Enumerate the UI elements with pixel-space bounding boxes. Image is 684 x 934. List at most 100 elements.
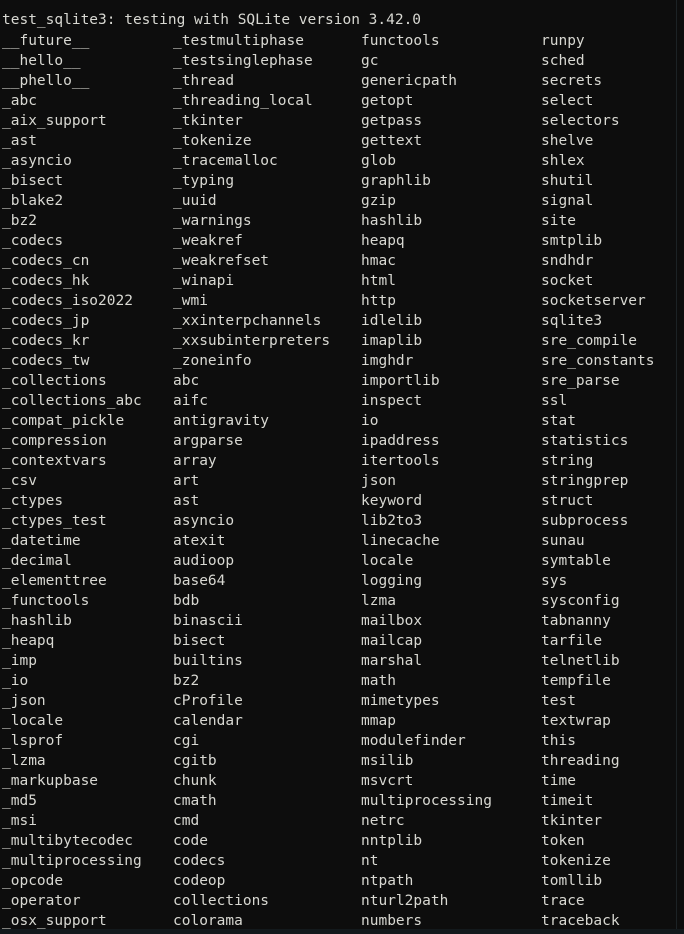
module-name: sre_parse (541, 373, 620, 389)
module-name: mimetypes (361, 693, 440, 709)
module-name: _tokenize (173, 133, 252, 149)
module-name: audioop (173, 553, 235, 569)
module-name: timeit (541, 793, 594, 809)
module-name: sunau (541, 533, 585, 549)
module-name: code (173, 833, 208, 849)
module-name: getpass (361, 113, 423, 129)
module-name: graphlib (361, 173, 431, 189)
module-name: _locale (2, 713, 64, 729)
module-name: glob (361, 153, 396, 169)
module-name: chunk (173, 773, 217, 789)
module-name: idlelib (361, 313, 423, 329)
module-name: _io (2, 673, 29, 689)
module-name: itertools (361, 453, 440, 469)
module-name: socketserver (541, 293, 646, 309)
test-status-line: test_sqlite3: testing with SQLite versio… (2, 12, 422, 28)
module-name: logging (361, 573, 423, 589)
module-column-1: __future__ __hello__ __phello__ _abc _aix_su… (2, 31, 173, 931)
module-name: asyncio (173, 513, 235, 529)
module-name: math (361, 673, 396, 689)
module-name: sched (541, 53, 585, 69)
module-name: tokenize (541, 853, 611, 869)
module-name: tarfile (541, 633, 603, 649)
module-name: _ctypes (2, 493, 64, 509)
module-name: colorama (173, 913, 243, 929)
module-name: array (173, 453, 217, 469)
module-name: __phello__ (2, 73, 90, 89)
module-name: _multiprocessing (2, 853, 142, 869)
module-name: stat (541, 413, 576, 429)
module-name: msvcrt (361, 773, 414, 789)
module-name: _hashlib (2, 613, 72, 629)
module-name: _warnings (173, 213, 252, 229)
module-name: _operator (2, 893, 81, 909)
module-name: gc (361, 53, 379, 69)
module-name: symtable (541, 553, 611, 569)
module-name: aifc (173, 393, 208, 409)
module-name: _lzma (2, 753, 46, 769)
module-name: art (173, 473, 200, 489)
module-name: sqlite3 (541, 313, 603, 329)
module-name: nntplib (361, 833, 423, 849)
module-name: _codecs_cn (2, 253, 90, 269)
module-name: gzip (361, 193, 396, 209)
module-column-2: _testmultiphase _testsinglephase _thread _t… (173, 31, 361, 931)
module-name: json (361, 473, 396, 489)
module-name: hashlib (361, 213, 423, 229)
module-name: _codecs_tw (2, 353, 90, 369)
module-name: cmd (173, 813, 200, 829)
module-name: mmap (361, 713, 396, 729)
module-name: http (361, 293, 396, 309)
terminal-window[interactable]: test_sqlite3: testing with SQLite versio… (0, 0, 684, 934)
module-name: hmac (361, 253, 396, 269)
module-name: test (541, 693, 576, 709)
module-name: _aix_support (2, 113, 107, 129)
module-name: _elementtree (2, 573, 107, 589)
module-name: _weakref (173, 233, 243, 249)
module-name: textwrap (541, 713, 611, 729)
module-name: sndhdr (541, 253, 594, 269)
module-name: stringprep (541, 473, 629, 489)
module-name: sys (541, 573, 568, 589)
module-name: sysconfig (541, 593, 620, 609)
module-name: abc (173, 373, 200, 389)
module-name: tkinter (541, 813, 603, 829)
module-name: mailcap (361, 633, 423, 649)
module-name: cProfile (173, 693, 243, 709)
module-name: trace (541, 893, 585, 909)
module-name: inspect (361, 393, 423, 409)
module-name: _csv (2, 473, 37, 489)
module-name: netrc (361, 813, 405, 829)
module-name: smtplib (541, 233, 603, 249)
terminal-bottom-bar (0, 929, 684, 934)
module-name: _md5 (2, 793, 37, 809)
module-name: _json (2, 693, 46, 709)
module-name: io (361, 413, 379, 429)
module-name: _thread (173, 73, 235, 89)
module-name: _weakrefset (173, 253, 270, 269)
module-name: _ast (2, 133, 37, 149)
module-name: socket (541, 273, 594, 289)
module-name: _imp (2, 653, 37, 669)
module-name: cmath (173, 793, 217, 809)
module-name: codeop (173, 873, 226, 889)
module-name: atexit (173, 533, 226, 549)
module-name: select (541, 93, 594, 109)
module-column-4: runpy sched secrets select selectors shelve sh… (541, 31, 684, 931)
module-name: locale (361, 553, 414, 569)
module-name: statistics (541, 433, 629, 449)
module-name: signal (541, 193, 594, 209)
module-name: site (541, 213, 576, 229)
module-name: _codecs_jp (2, 313, 90, 329)
module-name: _codecs_hk (2, 273, 90, 289)
module-name: collections (173, 893, 270, 909)
module-name: _collections (2, 373, 107, 389)
module-name: binascii (173, 613, 243, 629)
module-name: _collections_abc (2, 393, 142, 409)
module-name: __future__ (2, 33, 90, 49)
module-name: _ctypes_test (2, 513, 107, 529)
module-name: _threading_local (173, 93, 313, 109)
module-name: selectors (541, 113, 620, 129)
module-name: _uuid (173, 193, 217, 209)
module-name: nturl2path (361, 893, 449, 909)
